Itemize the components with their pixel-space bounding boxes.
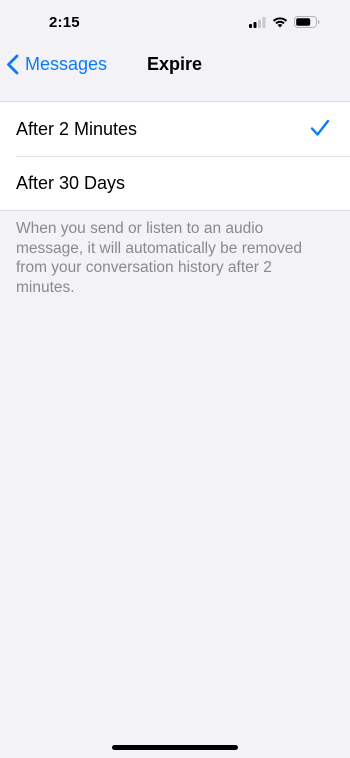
navigation-bar: Messages Expire bbox=[0, 42, 350, 86]
option-after-2-minutes[interactable]: After 2 Minutes bbox=[0, 102, 350, 156]
battery-icon bbox=[294, 16, 320, 28]
status-icons bbox=[249, 14, 320, 30]
option-label: After 2 Minutes bbox=[16, 118, 138, 139]
back-button[interactable]: Messages bbox=[6, 50, 107, 78]
expire-options-list: After 2 Minutes After 30 Days bbox=[0, 101, 350, 211]
page-title: Expire bbox=[147, 54, 203, 74]
home-indicator[interactable] bbox=[112, 745, 238, 750]
option-after-30-days[interactable]: After 30 Days bbox=[0, 156, 350, 210]
wifi-icon bbox=[272, 17, 288, 28]
chevron-left-icon bbox=[7, 54, 19, 74]
checkmark-icon bbox=[310, 119, 330, 136]
option-label: After 30 Days bbox=[16, 172, 126, 193]
expire-settings-screen: 2:15 Messages Expire After 2 Minutes Aft… bbox=[0, 0, 350, 758]
signal-icon bbox=[249, 16, 266, 28]
expire-description: When you send or listen to an audio mess… bbox=[16, 220, 303, 296]
status-time: 2:15 bbox=[49, 14, 80, 31]
back-button-label: Messages bbox=[25, 53, 108, 74]
status-bar: 2:15 bbox=[0, 0, 350, 40]
